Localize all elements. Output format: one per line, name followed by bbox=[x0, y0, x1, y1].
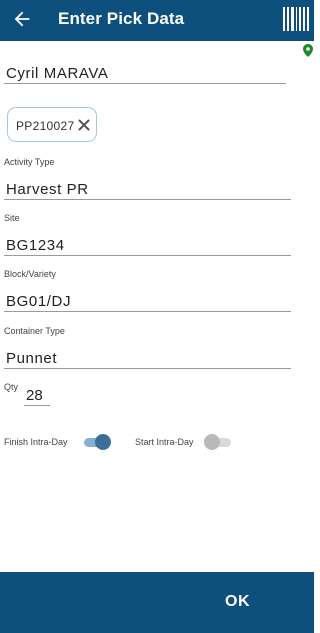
site-label: Site bbox=[4, 213, 20, 223]
picker-name-underline bbox=[4, 83, 286, 84]
bin-chip[interactable]: PP210027 bbox=[7, 107, 97, 142]
block-variety-field[interactable]: BG01/DJ bbox=[6, 293, 71, 310]
ok-button[interactable]: OK bbox=[225, 593, 250, 611]
close-icon[interactable] bbox=[78, 119, 90, 131]
picker-name-field[interactable]: Cyril MARAVA bbox=[6, 65, 108, 82]
site-field[interactable]: BG1234 bbox=[6, 237, 65, 254]
start-intra-day-toggle[interactable] bbox=[204, 434, 232, 450]
finish-intra-day-toggle[interactable] bbox=[83, 434, 111, 450]
container-type-underline bbox=[4, 368, 291, 369]
qty-label: Qty bbox=[4, 382, 19, 392]
activity-type-field[interactable]: Harvest PR bbox=[6, 181, 89, 198]
arrow-left-icon[interactable] bbox=[11, 8, 33, 30]
toggle-thumb bbox=[95, 434, 111, 450]
container-type-field[interactable]: Punnet bbox=[6, 350, 57, 367]
site-underline bbox=[4, 255, 291, 256]
start-intra-day-label: Start Intra-Day bbox=[135, 437, 194, 447]
location-pin-icon bbox=[303, 44, 313, 57]
block-variety-label: Block/Variety bbox=[4, 269, 56, 279]
barcode-icon[interactable] bbox=[283, 7, 309, 31]
container-type-label: Container Type bbox=[4, 326, 65, 336]
activity-type-underline bbox=[4, 199, 291, 200]
activity-type-label: Activity Type bbox=[4, 157, 55, 167]
finish-intra-day-label: Finish Intra-Day bbox=[4, 437, 68, 447]
page-title: Enter Pick Data bbox=[58, 9, 185, 28]
qty-underline bbox=[24, 405, 50, 406]
bin-chip-label: PP210027 bbox=[16, 119, 75, 133]
block-variety-underline bbox=[4, 311, 291, 312]
toggle-thumb bbox=[204, 434, 220, 450]
app-bar: Enter Pick Data bbox=[0, 0, 314, 41]
bottom-action-bar: OK bbox=[0, 572, 314, 633]
qty-field[interactable]: 28 bbox=[26, 387, 43, 404]
